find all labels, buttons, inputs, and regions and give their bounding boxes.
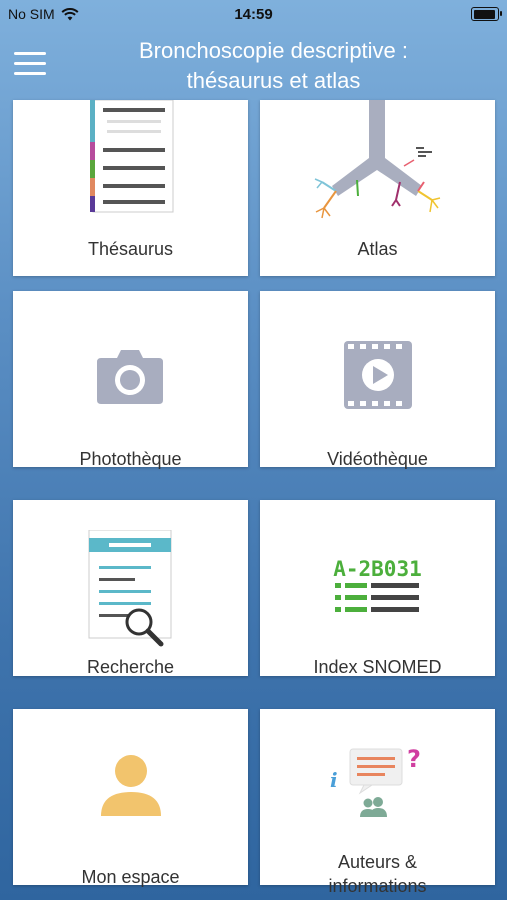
- tile-index-snomed[interactable]: A-2B031 Index SNOMED: [260, 500, 495, 677]
- authors-info-icon: i ?: [330, 745, 421, 817]
- navigation-header: Bronchoscopie descriptive : thésaurus et…: [0, 28, 507, 100]
- tile-phototheque[interactable]: Photothèque: [13, 291, 248, 469]
- search-document-icon: [88, 530, 172, 647]
- tile-auteurs-label: Auteurs & informations: [260, 850, 495, 898]
- tile-mon-espace[interactable]: Mon espace: [13, 709, 248, 887]
- tile-videotheque-label: Vidéothèque: [327, 449, 428, 469]
- page-title-line2: thésaurus et atlas: [186, 68, 361, 93]
- thesaurus-icon: [90, 100, 174, 213]
- menu-grid: Thésaurus Atlas Photothèque Vidéothèque …: [0, 100, 507, 900]
- page-title: Bronchoscopie descriptive : thésaurus et…: [60, 36, 487, 96]
- tile-recherche[interactable]: Recherche: [13, 500, 248, 677]
- tile-recherche-label: Recherche: [86, 657, 175, 677]
- tile-atlas[interactable]: Atlas: [260, 100, 495, 276]
- bronchial-tree-icon: [314, 100, 441, 219]
- tile-thesaurus[interactable]: Thésaurus: [13, 100, 248, 276]
- tile-auteurs-label-line1: Auteurs &: [337, 852, 418, 872]
- snomed-code-icon-text: A-2B031: [333, 557, 422, 581]
- tile-videotheque[interactable]: Vidéothèque: [260, 291, 495, 469]
- tile-phototheque-label: Photothèque: [79, 449, 182, 469]
- tile-index-snomed-label: Index SNOMED: [313, 657, 442, 677]
- svg-text:?: ?: [407, 745, 421, 773]
- tile-mon-espace-label: Mon espace: [81, 867, 180, 887]
- list-index-icon: [335, 583, 419, 612]
- tile-atlas-label: Atlas: [357, 239, 398, 259]
- video-icon: [344, 341, 412, 409]
- page-title-line1: Bronchoscopie descriptive :: [138, 38, 409, 63]
- tile-auteurs-label-line2: informations: [328, 876, 427, 896]
- battery-icon: [471, 7, 502, 21]
- tile-auteurs-informations[interactable]: i ? Auteurs & informations: [260, 709, 495, 896]
- hamburger-menu-button[interactable]: [14, 52, 46, 76]
- svg-text:i: i: [330, 768, 338, 792]
- camera-icon: [97, 350, 163, 404]
- user-icon: [101, 755, 161, 816]
- status-bar: No SIM 14:59: [0, 0, 507, 28]
- status-time: 14:59: [234, 6, 273, 23]
- tile-thesaurus-label: Thésaurus: [87, 239, 174, 259]
